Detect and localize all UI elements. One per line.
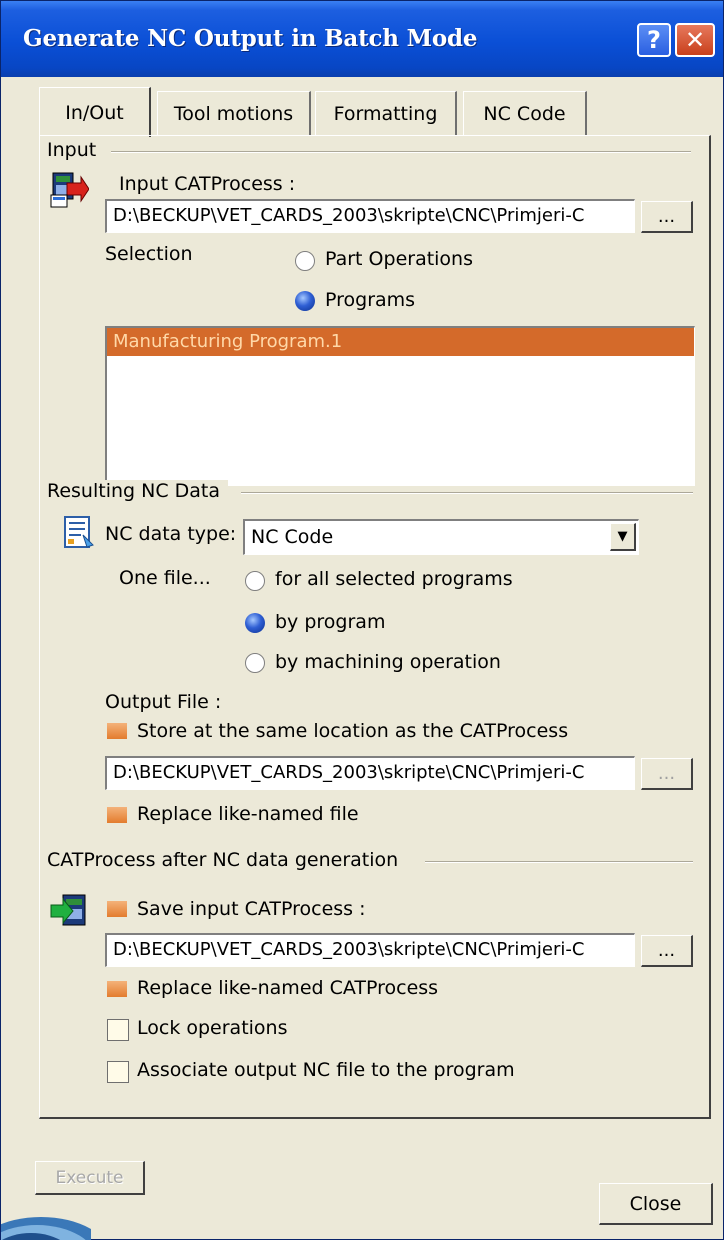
input-catprocess-label: Input CATProcess : — [119, 173, 296, 195]
close-button[interactable]: Close — [599, 1183, 713, 1225]
save-path-browse-button[interactable]: ... — [641, 935, 693, 967]
input-catprocess-browse-button[interactable]: ... — [641, 201, 693, 233]
help-button[interactable]: ? — [637, 23, 671, 57]
all-programs-label: for all selected programs — [275, 568, 513, 590]
after-section-title: CATProcess after NC data generation — [47, 849, 407, 871]
close-window-button[interactable]: ✕ — [675, 23, 715, 57]
part-operations-label: Part Operations — [325, 248, 474, 270]
output-file-field[interactable]: D:\BECKUP\VET_CARDS_2003\skripte\CNC\Pri… — [105, 756, 635, 790]
tab-nc-code[interactable]: NC Code — [463, 91, 587, 135]
associate-output-label: Associate output NC file to the program — [137, 1059, 515, 1081]
store-same-location-checkbox[interactable] — [107, 723, 127, 739]
catprocess-input-icon — [49, 169, 90, 208]
store-same-location-label: Store at the same location as the CATPro… — [137, 720, 569, 742]
nc-data-type-select[interactable]: NC Code ▼ — [243, 519, 639, 555]
selection-label: Selection — [105, 243, 193, 265]
nc-data-type-label: NC data type: — [105, 523, 237, 545]
tab-formatting[interactable]: Formatting — [315, 91, 457, 135]
lock-operations-label: Lock operations — [137, 1017, 288, 1039]
save-input-label: Save input CATProcess : — [137, 898, 366, 920]
input-catprocess-field[interactable]: D:\BECKUP\VET_CARDS_2003\skripte\CNC\Pri… — [105, 199, 635, 233]
save-path-field[interactable]: D:\BECKUP\VET_CARDS_2003\skripte\CNC\Pri… — [105, 933, 635, 967]
replace-file-label: Replace like-named file — [137, 803, 359, 825]
replace-file-checkbox[interactable] — [107, 807, 127, 823]
chevron-down-icon[interactable]: ▼ — [610, 523, 636, 551]
tab-in-out[interactable]: In/Out — [39, 87, 151, 137]
corner-logo — [1, 1187, 91, 1240]
resulting-section-title: Resulting NC Data — [47, 480, 229, 502]
output-file-label: Output File : — [105, 691, 222, 713]
all-programs-radio[interactable] — [245, 571, 265, 591]
part-operations-radio[interactable] — [295, 251, 315, 271]
save-input-checkbox[interactable] — [107, 901, 127, 917]
program-listbox[interactable]: Manufacturing Program.1 — [105, 326, 695, 486]
catprocess-save-icon — [49, 891, 86, 926]
output-file-browse-button[interactable]: ... — [641, 758, 693, 790]
window-title: Generate NC Output in Batch Mode — [23, 25, 478, 52]
after-section-divider — [425, 861, 693, 863]
by-operation-radio[interactable] — [245, 653, 265, 673]
input-section-title: Input — [47, 139, 105, 161]
tab-tool-motions[interactable]: Tool motions — [157, 91, 311, 135]
list-item[interactable]: Manufacturing Program.1 — [107, 328, 694, 356]
by-program-radio[interactable] — [245, 613, 265, 633]
input-section-divider — [111, 151, 691, 153]
associate-output-checkbox[interactable] — [107, 1061, 129, 1083]
programs-radio[interactable] — [295, 291, 315, 311]
resulting-section-divider — [241, 492, 693, 494]
title-bar[interactable]: Generate NC Output in Batch Mode ? ✕ — [1, 1, 723, 77]
nc-data-type-value: NC Code — [251, 526, 334, 548]
by-program-label: by program — [275, 611, 386, 633]
by-operation-label: by machining operation — [275, 651, 501, 673]
nc-data-icon — [63, 515, 97, 549]
replace-catprocess-label: Replace like-named CATProcess — [137, 977, 439, 999]
batch-mode-dialog: Generate NC Output in Batch Mode ? ✕ In/… — [0, 0, 724, 1240]
lock-operations-checkbox[interactable] — [107, 1019, 129, 1041]
programs-label: Programs — [325, 289, 416, 311]
one-file-label: One file... — [119, 567, 211, 589]
replace-catprocess-checkbox[interactable] — [107, 981, 127, 997]
